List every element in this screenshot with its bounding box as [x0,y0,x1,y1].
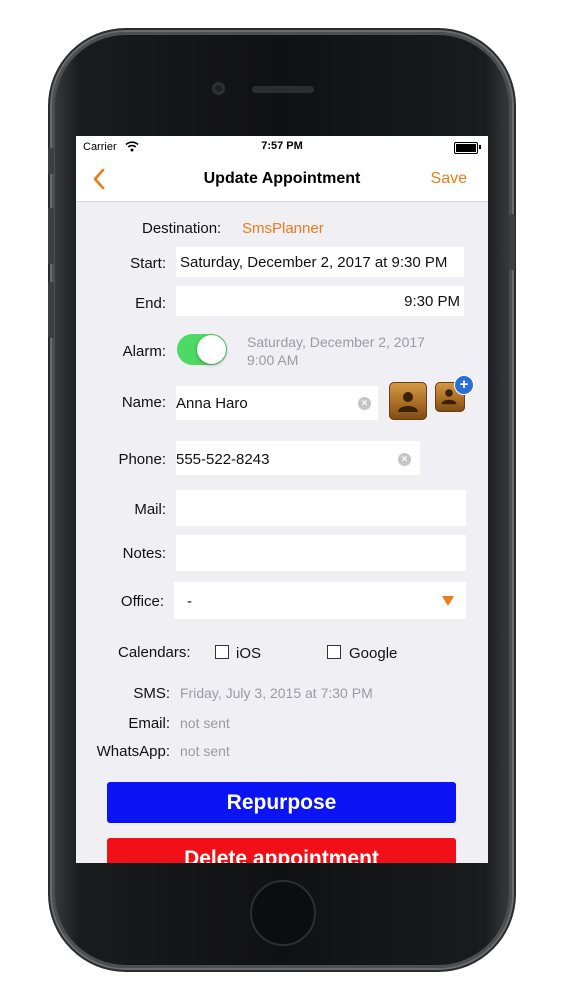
sms-status-value: Friday, July 3, 2015 at 7:30 PM [180,685,373,701]
whatsapp-status-value: not sent [180,743,230,759]
plus-icon[interactable]: + [455,376,473,394]
battery-tip [479,145,481,149]
alarm-time: 9:00 AM [247,352,299,368]
delete-appointment-button[interactable]: Delete appointment [107,838,456,863]
status-time: 7:57 PM [261,140,303,152]
end-field[interactable]: 9:30 PM [176,286,464,316]
app-screen: Carrier 7:57 PM Update Appointment Save … [76,136,488,863]
battery-icon [454,142,478,154]
end-value: 9:30 PM [404,293,460,310]
start-value: Saturday, December 2, 2017 at 9:30 PM [180,254,448,271]
home-button[interactable] [250,880,316,946]
volume-up-button [48,208,54,264]
clear-phone-icon[interactable]: × [398,453,411,466]
office-dropdown[interactable]: - [174,582,466,619]
mail-label: Mail: [134,501,166,518]
alarm-label: Alarm: [122,343,166,360]
status-bar: Carrier 7:57 PM [76,136,488,158]
phone-field[interactable]: 555-522-8243 × [176,441,420,475]
alarm-toggle[interactable] [177,334,227,365]
toggle-knob [197,335,226,364]
notes-label: Notes: [122,545,166,562]
ios-calendar-checkbox[interactable] [215,645,229,659]
save-button[interactable]: Save [431,170,467,188]
earpiece-speaker [252,86,314,93]
start-field[interactable]: Saturday, December 2, 2017 at 9:30 PM [176,247,464,277]
repurpose-button[interactable]: Repurpose [107,782,456,823]
google-calendar-label: Google [349,645,398,662]
ios-calendar-label: iOS [236,645,262,662]
calendars-label: Calendars: [118,644,191,661]
office-label: Office: [120,593,164,610]
clear-name-icon[interactable]: × [358,397,371,410]
front-camera [212,82,225,95]
name-field[interactable]: Anna Haro × [176,386,378,420]
alarm-date: Saturday, December 2, 2017 [247,334,425,350]
start-label: Start: [130,255,166,272]
destination-label: Destination: [142,220,222,237]
contacts-picker-button[interactable] [389,382,427,420]
name-label: Name: [121,394,166,411]
navigation-bar: Update Appointment Save [76,158,488,202]
whatsapp-label: WhatsApp: [96,743,170,760]
office-value: - [187,593,192,610]
phone-value: 555-522-8243 [176,451,270,468]
mail-field[interactable] [176,490,466,526]
google-calendar-checkbox[interactable] [327,645,341,659]
notes-field[interactable] [176,535,466,571]
page-title: Update Appointment [203,170,361,187]
email-label: Email: [128,715,170,732]
name-value: Anna Haro [176,395,248,412]
email-status-value: not sent [180,715,230,731]
sms-label: SMS: [133,685,170,702]
contact-book-icon [398,392,418,412]
phone-label: Phone: [118,451,166,468]
power-button [509,214,515,270]
volume-down-button [48,282,54,338]
end-label: End: [135,295,166,312]
destination-value[interactable]: SmsPlanner [242,220,324,237]
dropdown-arrow-icon [442,596,454,606]
mute-switch [48,148,54,174]
